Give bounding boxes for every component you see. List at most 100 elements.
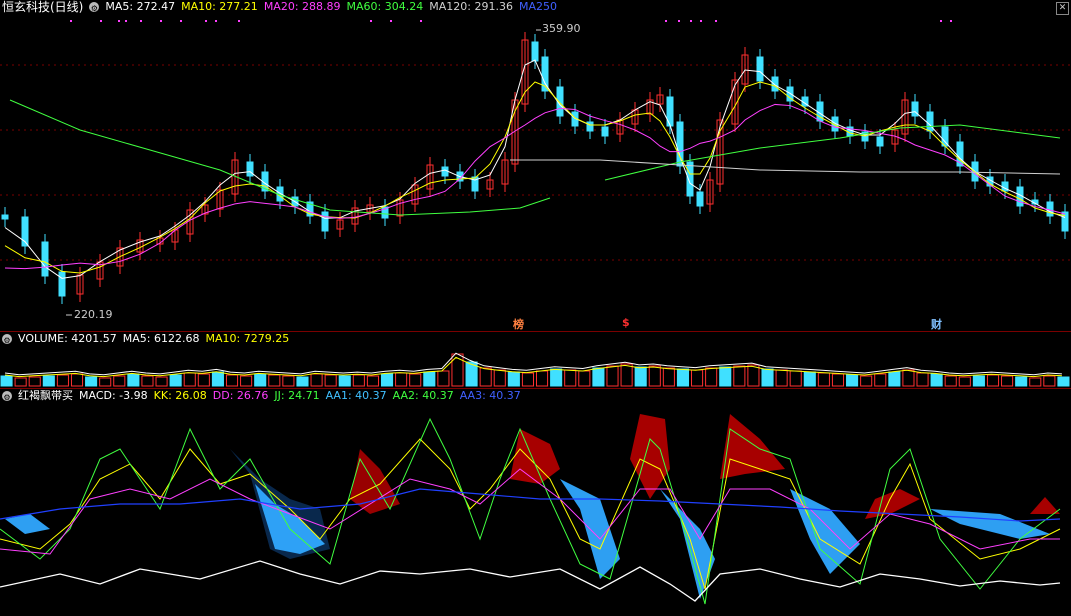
jj-label: JJ: 24.71 [274,389,320,402]
aa1-label: AA1: 40.37 [325,389,387,402]
macd-label: MACD: -3.98 [79,389,148,402]
volume-bar [747,364,760,387]
dd-label: DD: 26.76 [212,389,269,402]
volume-bar [28,376,41,387]
red-ribbon [720,414,785,479]
volume-bar [1057,376,1070,387]
finance-marker[interactable]: 财 [931,316,942,332]
volume-bar [860,375,873,387]
volume-bar [1015,376,1028,387]
ma60-label: MA60: 304.24 [346,0,424,13]
signal-dot [390,20,392,22]
indicator-chart[interactable] [0,389,1071,616]
indicator-panel[interactable]: ⚙ 红褐飘带买 MACD: -3.98 KK: 26.08 DD: 26.76 … [0,389,1071,616]
volume-bar [42,375,55,387]
volume-bar [493,369,506,387]
aa2-label: AA2: 40.37 [392,389,454,402]
stock-title[interactable]: 恒玄科技(日线) [2,0,83,14]
volume-bar [155,376,168,387]
high-price-label: 359.90 [542,22,581,35]
candle-body [676,121,684,167]
volume-bar [1001,375,1014,387]
macd-line [0,560,1061,602]
volume-bar [0,375,13,387]
signal-dot [70,20,72,22]
signal-dot [215,20,217,22]
volume-bar [691,369,704,387]
volume-bar [705,367,718,387]
volume-bar [254,373,267,387]
volume-bar [409,373,422,387]
volume-bar [831,373,845,387]
indicator-name[interactable]: 红褐飘带买 [18,389,73,403]
candle-body [58,271,66,297]
volume-bar [719,366,732,387]
volume-bar [733,365,746,387]
red-ribbon [1030,497,1060,514]
rank-marker[interactable]: 榜 [513,316,524,332]
low-price-label: 220.19 [74,308,113,321]
volume-bar [775,369,788,387]
signal-dot [420,20,422,22]
volume-bar [14,377,27,387]
ma10-label: MA10: 277.21 [181,0,258,13]
signal-dot [715,20,717,22]
kk-label: KK: 26.08 [153,389,207,402]
indicator-gear-icon[interactable]: ⚙ [2,391,12,402]
candle-body [1,214,9,220]
candle-body [441,166,449,177]
signal-dot [160,20,162,22]
aa3-label: AA3: 40.37 [459,389,521,402]
volume-bar [127,373,140,387]
signal-dot [940,20,942,22]
volume-bar [324,374,337,387]
volume-bar [99,377,112,387]
signal-dot [950,20,952,22]
volume-gear-icon[interactable]: ⚙ [2,334,12,345]
volume-bar [282,375,295,387]
signal-dot [700,20,702,22]
settings-gear-icon[interactable]: ⚙ [89,2,100,13]
volume-bar [1029,377,1042,387]
volume-header: ⚙ VOLUME: 4201.57 MA5: 6122.68 MA10: 727… [0,332,289,346]
price-chart[interactable] [0,0,1071,330]
signal-dot [678,20,680,22]
volume-bar [761,368,774,387]
volume-bar [578,370,591,387]
volume-bar [141,375,154,387]
candle-body [41,241,49,277]
price-panel[interactable]: 恒玄科技(日线) ⚙ MA5: 272.47 MA10: 277.21 MA20… [0,0,1071,332]
volume-panel[interactable]: ⚙ VOLUME: 4201.57 MA5: 6122.68 MA10: 727… [0,332,1071,388]
volume-bar [592,367,605,387]
ma20-label: MA20: 288.89 [263,0,341,13]
volume-label: VOLUME: 4201.57 [18,332,117,345]
volume-bar [986,374,1000,387]
volume-bar [620,363,633,387]
volume-bar [846,374,859,387]
candle-body [531,41,539,62]
volume-bar [1043,375,1056,387]
volume-bar [437,370,450,387]
volume-bar [85,376,98,387]
candle-body [941,126,949,147]
signal-dot [140,20,142,22]
candle-body [771,76,779,92]
money-marker[interactable]: $ [622,316,630,329]
volume-bar [536,370,549,387]
volume-bar [113,375,126,387]
volume-bar [380,373,394,387]
volume-bar [70,373,84,387]
volume-bar [268,374,281,387]
candle-body [756,56,764,82]
volume-bar [874,373,887,387]
volume-bar [662,367,675,387]
volume-bar [817,372,830,387]
volume-bar [352,374,365,387]
ma20-line [4,103,1066,270]
volume-ma10-label: MA10: 7279.25 [205,332,290,345]
volume-bar [296,376,309,387]
volume-bar [634,366,647,387]
red-ribbon [510,429,560,484]
volume-bar [944,375,957,387]
candle-body [876,136,884,147]
